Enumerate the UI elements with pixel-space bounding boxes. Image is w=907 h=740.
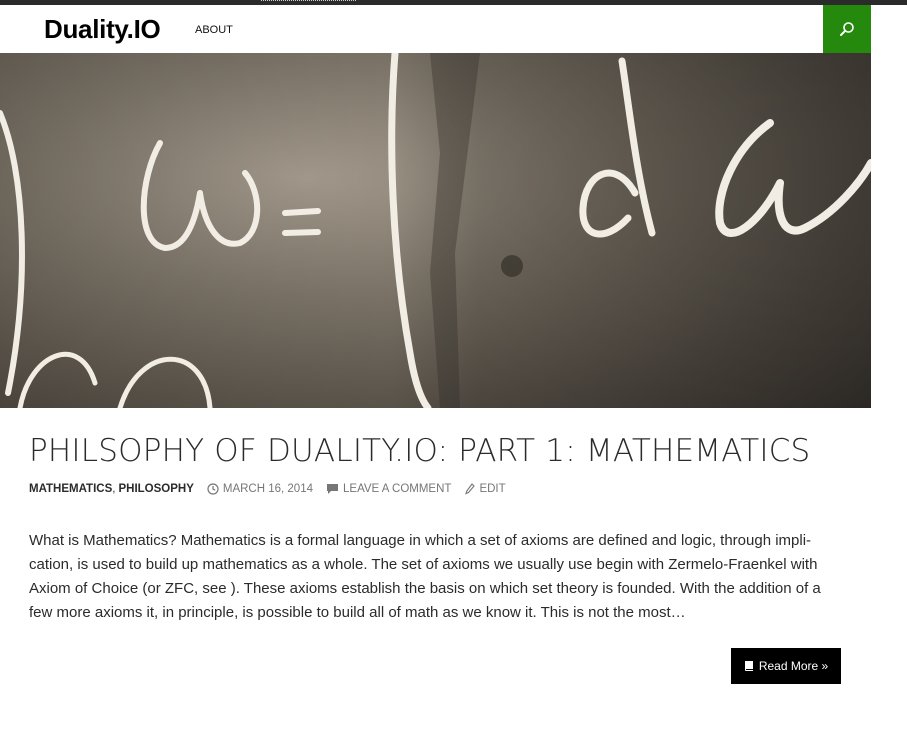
edit-label: EDIT: [479, 483, 506, 495]
post-excerpt: What is Mathematics? Mathematics is a fo…: [29, 532, 821, 621]
post-date-link[interactable]: MARCH 16, 2014: [207, 481, 313, 497]
category-link-philosophy[interactable]: PHILOSOPHY: [118, 481, 193, 497]
search-toggle-button[interactable]: [823, 5, 871, 53]
post-title[interactable]: PHILSOPHY OF DUALITY.IO: PART 1: MATHEMA…: [29, 430, 810, 472]
search-icon: [840, 22, 854, 36]
post-meta: MATHEMATICS , PHILOSOPHY MARCH 16, 2014 …: [29, 481, 506, 497]
edit-link[interactable]: EDIT: [465, 481, 506, 497]
category-link-mathematics[interactable]: MATHEMATICS: [29, 481, 112, 497]
pencil-icon: [465, 483, 476, 495]
nav-item-about[interactable]: ABOUT: [195, 22, 233, 38]
featured-image[interactable]: [0, 53, 871, 408]
comments-link[interactable]: LEAVE A COMMENT: [326, 481, 451, 497]
site-header: Duality.IO ABOUT: [0, 5, 871, 53]
chalkboard-image: [0, 53, 871, 408]
site-title[interactable]: Duality.IO: [44, 13, 161, 45]
comment-bubble-icon: [327, 484, 338, 494]
read-more-label: Read More »: [758, 659, 829, 673]
post-date: MARCH 16, 2014: [222, 483, 313, 495]
focus-outline: [261, 0, 356, 2]
read-more-button[interactable]: Read More »: [731, 648, 841, 684]
book-icon: [744, 661, 753, 671]
category-separator: ,: [112, 483, 116, 495]
comments-label: LEAVE A COMMENT: [343, 483, 452, 495]
clock-icon: [207, 483, 219, 495]
